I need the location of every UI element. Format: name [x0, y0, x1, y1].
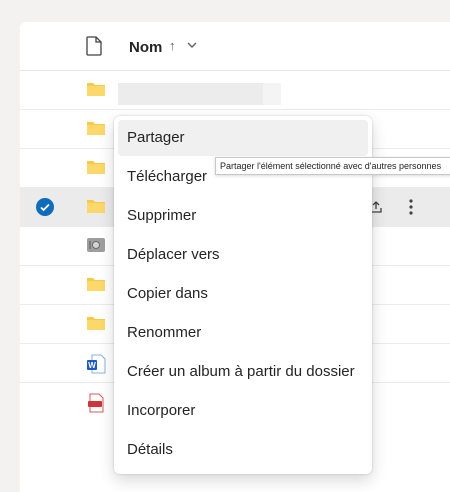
menu-item-label: Partager	[127, 129, 185, 146]
word-doc-icon: W	[86, 354, 106, 379]
menu-item-label: Renommer	[127, 324, 202, 341]
file-icon	[86, 36, 102, 61]
more-vertical-icon[interactable]	[408, 198, 414, 221]
redacted-name	[118, 83, 263, 105]
menu-item-deplacer-vers[interactable]: Déplacer vers	[118, 237, 368, 273]
menu-item-label: Supprimer	[127, 207, 197, 224]
file-row[interactable]	[20, 71, 450, 110]
menu-item-supprimer[interactable]: Supprimer	[118, 198, 368, 234]
menu-item-partager[interactable]: Partager	[118, 120, 368, 156]
folder-icon	[86, 198, 106, 219]
folder-icon	[86, 276, 106, 297]
menu-item-incorporer[interactable]: Incorporer	[118, 393, 368, 429]
sort-ascending-icon[interactable]: ↑	[169, 38, 176, 53]
checkmark-icon[interactable]	[36, 198, 54, 216]
vault-icon	[86, 237, 106, 258]
menu-item-label: Télécharger	[127, 168, 208, 185]
menu-item-label: Créer un album à partir du dossier	[127, 363, 355, 380]
redacted-name-tail	[263, 83, 281, 105]
menu-item-label: Incorporer	[127, 402, 196, 419]
name-column-header[interactable]: Nom	[129, 39, 162, 56]
pdf-icon	[86, 393, 106, 418]
svg-text:W: W	[88, 361, 96, 370]
menu-item-creer-album[interactable]: Créer un album à partir du dossier	[118, 354, 368, 390]
menu-item-label: Copier dans	[127, 285, 208, 302]
menu-item-copier-dans[interactable]: Copier dans	[118, 276, 368, 312]
folder-icon	[86, 315, 106, 336]
folder-icon	[86, 159, 106, 180]
tooltip: Partager l'élément sélectionné avec d'au…	[215, 157, 450, 175]
folder-icon	[86, 81, 106, 102]
folder-icon	[86, 120, 106, 141]
column-header: Nom ↑	[20, 22, 450, 71]
menu-item-details[interactable]: Détails	[118, 432, 368, 468]
menu-item-label: Détails	[127, 441, 173, 458]
chevron-down-icon[interactable]	[186, 38, 198, 56]
menu-item-label: Déplacer vers	[127, 246, 220, 263]
menu-item-renommer[interactable]: Renommer	[118, 315, 368, 351]
